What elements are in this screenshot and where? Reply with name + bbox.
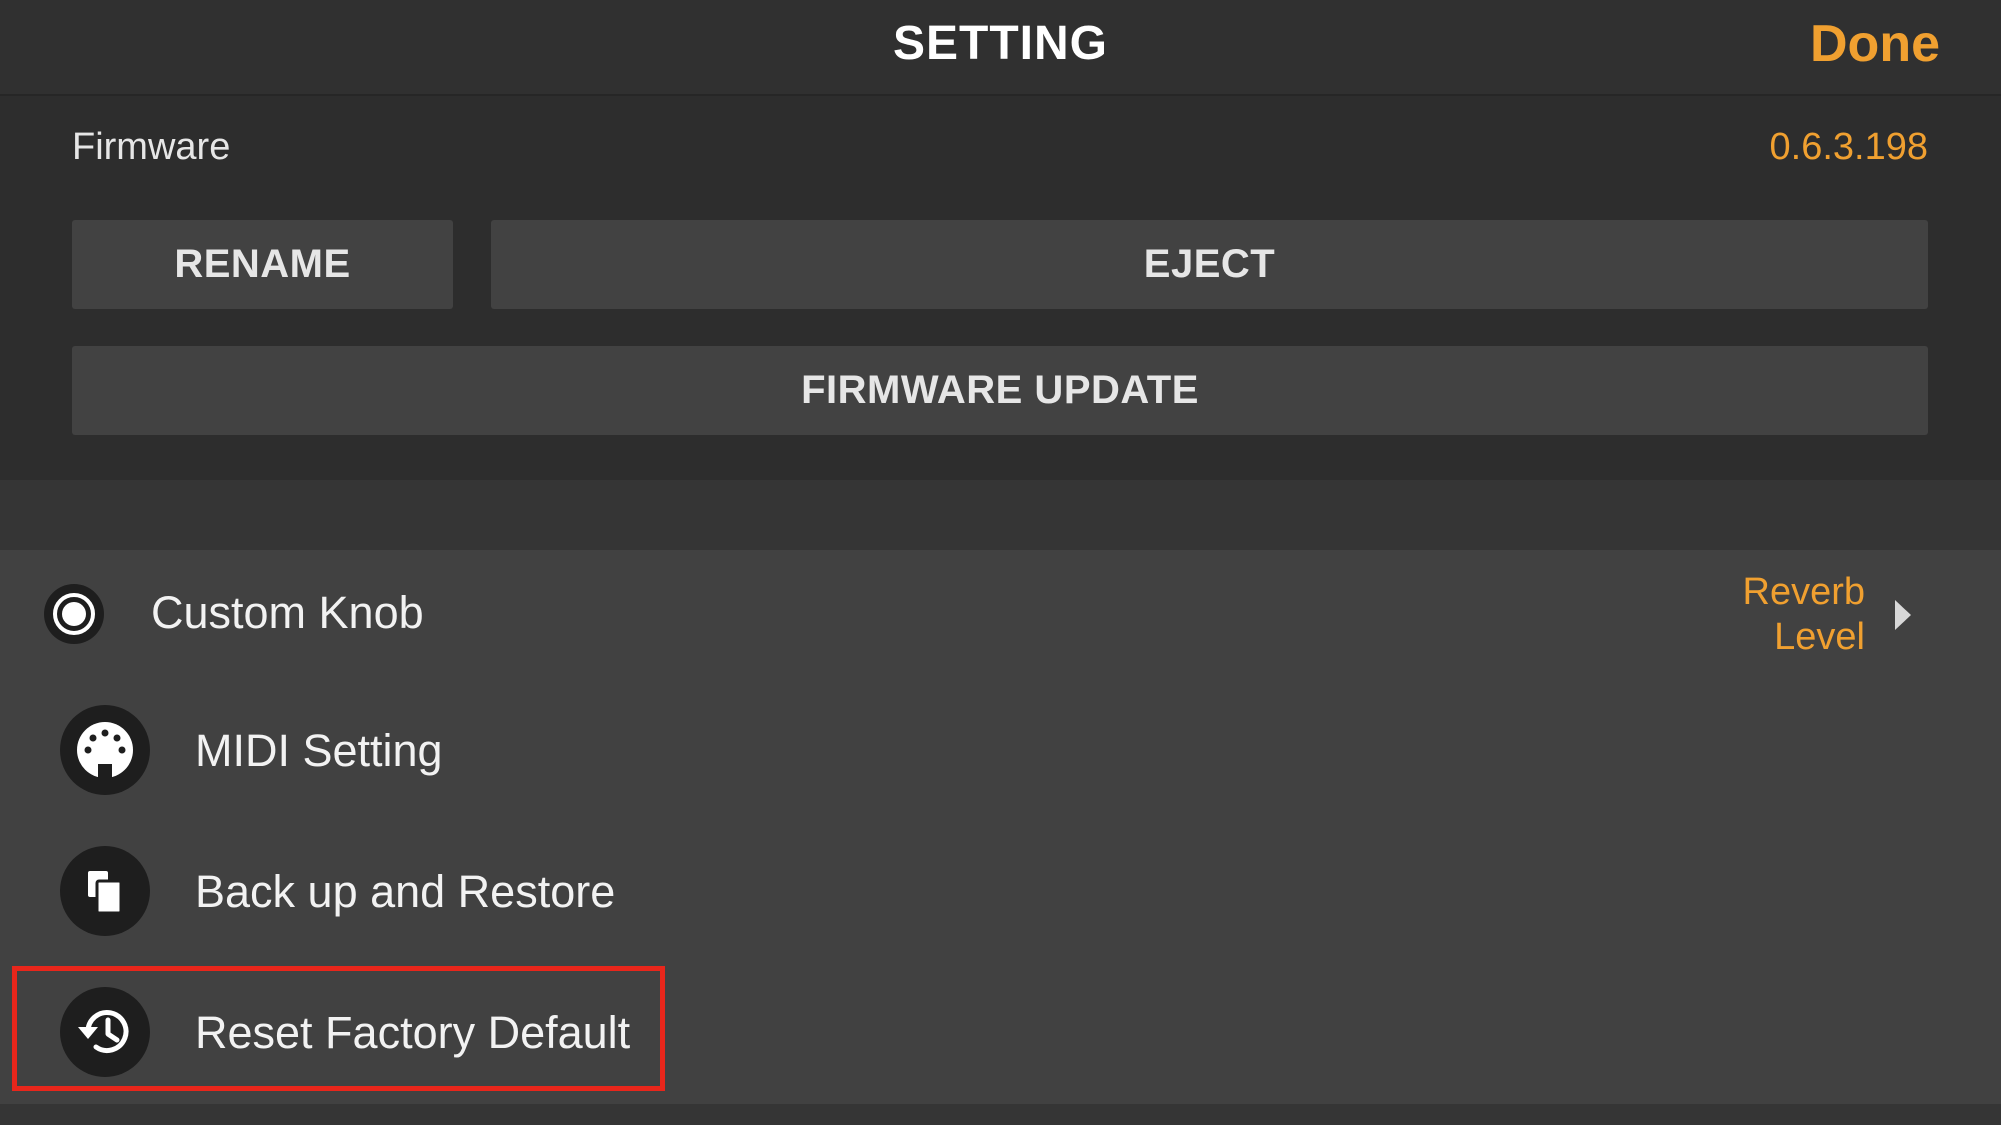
reset-factory-default-label: Reset Factory Default xyxy=(195,1007,631,1058)
custom-knob-row[interactable]: Custom Knob Reverb Level xyxy=(0,550,2001,680)
page-title: SETTING xyxy=(892,17,1108,70)
eject-button[interactable]: EJECT xyxy=(491,220,1928,309)
section-divider xyxy=(0,480,2001,550)
custom-knob-label: Custom Knob xyxy=(151,587,424,638)
firmware-label: Firmware xyxy=(72,126,231,168)
header-bar: SETTING Done xyxy=(0,0,2001,96)
reset-factory-default-row[interactable]: Reset Factory Default xyxy=(0,962,2001,1103)
chevron-right-icon xyxy=(1893,598,1913,632)
device-panel: Firmware 0.6.3.198 RENAME EJECT FIRMWARE… xyxy=(0,96,2001,480)
midi-icon xyxy=(60,705,150,795)
done-button[interactable]: Done xyxy=(1810,14,1940,74)
history-icon xyxy=(60,987,150,1077)
custom-knob-value-line1: Reverb xyxy=(1742,571,1866,613)
firmware-version: 0.6.3.198 xyxy=(1769,126,1928,168)
midi-setting-label: MIDI Setting xyxy=(195,725,443,776)
backup-restore-label: Back up and Restore xyxy=(195,866,616,917)
copy-icon xyxy=(60,846,150,936)
rename-button[interactable]: RENAME xyxy=(72,220,453,309)
backup-restore-row[interactable]: Back up and Restore xyxy=(0,821,2001,962)
firmware-update-button[interactable]: FIRMWARE UPDATE xyxy=(72,346,1928,435)
knob-icon xyxy=(44,584,104,644)
midi-setting-row[interactable]: MIDI Setting xyxy=(0,680,2001,821)
custom-knob-value-line2: Level xyxy=(1774,616,1865,658)
bottom-strip xyxy=(0,1104,2001,1125)
custom-knob-value: Reverb Level xyxy=(1665,570,1866,660)
settings-list: Custom Knob Reverb Level MIDI Setting Ba… xyxy=(0,550,2001,1104)
